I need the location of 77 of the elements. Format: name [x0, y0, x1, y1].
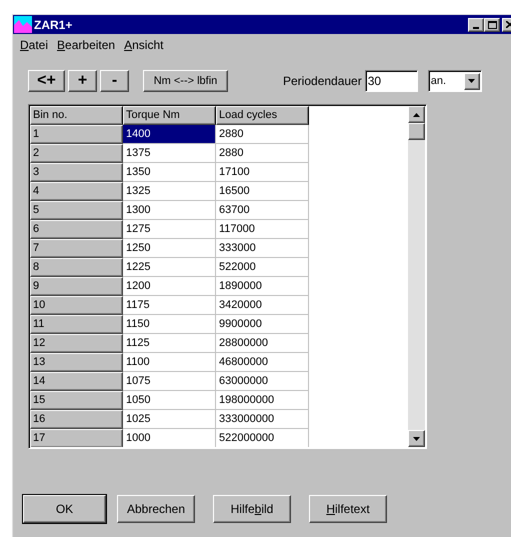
table-cell[interactable]: 1250	[123, 239, 216, 258]
table-cell[interactable]: 1375	[123, 144, 216, 163]
scroll-thumb[interactable]	[408, 123, 425, 140]
row-header[interactable]: 12	[30, 334, 123, 353]
table-cell[interactable]: 1075	[123, 372, 216, 391]
row-header[interactable]: 7	[30, 239, 123, 258]
table-cell[interactable]: 17100	[216, 163, 309, 182]
row-header[interactable]: 17	[30, 429, 123, 447]
table-cell[interactable]: 1100	[123, 353, 216, 372]
dialog-button[interactable]: Hilfetext	[309, 495, 387, 523]
unit-convert-button[interactable]: Nm <--> lbfin	[143, 70, 228, 92]
table-cell[interactable]: 1225	[123, 258, 216, 277]
app-icon	[14, 16, 32, 33]
table-cell[interactable]: 1300	[123, 201, 216, 220]
table-cell[interactable]: 1400	[123, 125, 216, 144]
dialog-button[interactable]: OK	[23, 495, 106, 523]
table-cell[interactable]: 1275	[123, 220, 216, 239]
dialog-button[interactable]: Hilfebild	[213, 495, 291, 523]
row-header[interactable]: 5	[30, 201, 123, 220]
row-header[interactable]: 15	[30, 391, 123, 410]
scroll-up-icon	[413, 112, 420, 116]
window-title: ZAR1+	[34, 16, 72, 34]
dialog-button[interactable]: Abbrechen	[117, 495, 195, 523]
table-cell[interactable]: 28800000	[216, 334, 309, 353]
table-cell[interactable]: 117000	[216, 220, 309, 239]
table-cell[interactable]: 63000000	[216, 372, 309, 391]
row-header[interactable]: 3	[30, 163, 123, 182]
table-cell[interactable]: 1025	[123, 410, 216, 429]
table-cell[interactable]: 198000000	[216, 391, 309, 410]
table-cell[interactable]: 1175	[123, 296, 216, 315]
menu-item[interactable]: Datei	[20, 36, 48, 54]
table-cell[interactable]: 16500	[216, 182, 309, 201]
table-cell[interactable]: 1890000	[216, 277, 309, 296]
row-header[interactable]: 10	[30, 296, 123, 315]
table-cell[interactable]: 1200	[123, 277, 216, 296]
table-cell[interactable]: 1050	[123, 391, 216, 410]
maximize-button[interactable]	[484, 18, 500, 32]
row-header[interactable]: 6	[30, 220, 123, 239]
row-header[interactable]: 4	[30, 182, 123, 201]
row-header[interactable]: 9	[30, 277, 123, 296]
period-label: Periodendauer	[283, 73, 362, 90]
table-cell[interactable]: 2880	[216, 125, 309, 144]
toolbar-button[interactable]: +	[68, 70, 97, 92]
column-header[interactable]: Load cycles	[216, 106, 309, 125]
table-cell[interactable]: 1125	[123, 334, 216, 353]
table-cell[interactable]: 1350	[123, 163, 216, 182]
toolbar-button[interactable]: -	[100, 70, 129, 92]
column-header[interactable]: Bin no.	[30, 106, 123, 125]
table-cell[interactable]: 333000000	[216, 410, 309, 429]
table-cell[interactable]: 63700	[216, 201, 309, 220]
toolbar-button[interactable]: <+	[28, 70, 65, 92]
vertical-scrollbar[interactable]	[408, 106, 425, 447]
column-header[interactable]: Torque Nm	[123, 106, 216, 125]
period-input[interactable]: 30	[364, 70, 418, 92]
menu-item[interactable]: Bearbeiten	[57, 36, 116, 54]
table-cell[interactable]: 333000	[216, 239, 309, 258]
minimize-button[interactable]	[468, 18, 484, 32]
dropdown-value: an.	[430, 74, 446, 89]
row-header[interactable]: 2	[30, 144, 123, 163]
table-cell[interactable]: 9900000	[216, 315, 309, 334]
row-header[interactable]: 1	[30, 125, 123, 144]
table-cell[interactable]: 1150	[123, 315, 216, 334]
menu-item[interactable]: Ansicht	[124, 36, 164, 54]
table-cell[interactable]: 2880	[216, 144, 309, 163]
dropdown-arrow-icon	[468, 79, 476, 83]
table-cell[interactable]: 46800000	[216, 353, 309, 372]
table-cell[interactable]: 522000	[216, 258, 309, 277]
table-cell[interactable]: 1325	[123, 182, 216, 201]
scroll-down-icon	[413, 436, 420, 440]
row-header[interactable]: 8	[30, 258, 123, 277]
row-header[interactable]: 16	[30, 410, 123, 429]
table-cell[interactable]: 522000000	[216, 429, 309, 447]
row-header[interactable]: 14	[30, 372, 123, 391]
row-header[interactable]: 13	[30, 353, 123, 372]
row-header[interactable]: 11	[30, 315, 123, 334]
table-cell[interactable]: 3420000	[216, 296, 309, 315]
unit-dropdown[interactable]: an.	[428, 70, 482, 92]
